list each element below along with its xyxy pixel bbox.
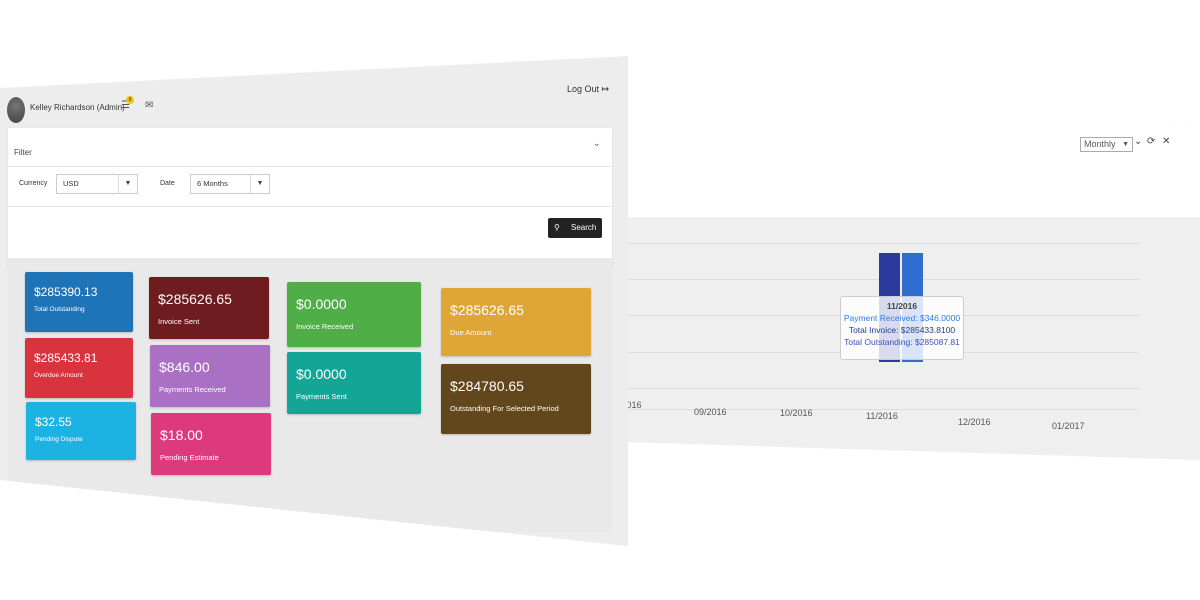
gridline	[560, 243, 1138, 244]
logout-label: Log Out	[567, 84, 600, 94]
filter-header[interactable]: Filter ⌄	[8, 136, 612, 167]
card-amount: $285390.13	[34, 285, 98, 299]
x-tick-label: 12/2016	[958, 417, 991, 427]
date-label: Date	[160, 180, 175, 187]
card-amount: $18.00	[160, 427, 203, 443]
card-amount: $285433.81	[34, 351, 98, 365]
card-label: Pending Dispute	[35, 436, 83, 443]
filter-title: Filter	[14, 148, 32, 157]
card-pending-dispute[interactable]: $32.55 Pending Dispute	[26, 402, 136, 460]
tooltip-payment-received: Payment Received: $346.0000	[843, 313, 961, 323]
tooltip-title: 11/2016	[886, 301, 918, 311]
card-label: Outstanding For Selected Period	[450, 404, 559, 413]
tooltip-total-invoice: Total Invoice: $285433.8100	[848, 325, 956, 335]
currency-label: Currency	[19, 180, 48, 187]
chart-tooltip: 11/2016 Payment Received: $346.0000 Tota…	[840, 296, 964, 360]
card-amount: $0.0000	[296, 366, 347, 382]
card-amount: $285626.65	[450, 302, 524, 318]
gridline	[560, 388, 1138, 389]
card-overdue-amount[interactable]: $285433.81 Overdue Amount	[25, 338, 133, 398]
search-icon: ⚲	[554, 223, 560, 232]
card-label: Payments Sent	[296, 392, 347, 401]
card-amount: $32.55	[35, 415, 72, 429]
card-label: Due Amount	[450, 328, 492, 337]
date-value: 6 Months	[197, 179, 228, 188]
card-payments-received[interactable]: $846.00 Payments Received	[150, 345, 270, 407]
x-tick-label: 10/2016	[780, 408, 813, 418]
refresh-icon[interactable]: ⟳	[1147, 136, 1155, 147]
x-tick-label: 11/2016	[866, 411, 898, 421]
notification-badge: 8	[126, 96, 134, 104]
chevron-down-icon: ▼	[118, 175, 137, 193]
card-label: Total Outstanding	[34, 306, 85, 313]
chevron-down-icon: ▼	[1122, 141, 1129, 148]
collapse-icon[interactable]: ⌄	[1134, 136, 1142, 147]
date-select[interactable]: 6 Months ▼	[190, 174, 270, 194]
card-outstanding-selected-period[interactable]: $284780.65 Outstanding For Selected Peri…	[441, 364, 591, 434]
card-label: Invoice Received	[296, 322, 354, 331]
logout-icon: ↦	[601, 84, 610, 94]
search-button[interactable]: ⚲ Search	[548, 218, 602, 238]
card-amount: $284780.65	[450, 378, 524, 394]
card-amount: $846.00	[159, 359, 210, 375]
card-amount: $285626.65	[158, 291, 232, 307]
currency-select[interactable]: USD ▼	[56, 174, 138, 194]
gridline	[560, 279, 1140, 280]
gridline	[560, 409, 1138, 410]
chevron-down-icon: ▼	[250, 175, 269, 193]
x-tick-label: 09/2016	[694, 407, 727, 417]
card-payments-sent[interactable]: $0.0000 Payments Sent	[287, 352, 421, 414]
search-label: Search	[571, 223, 597, 232]
card-label: Overdue Amount	[34, 372, 83, 379]
dashboard-panel: Kelley Richardson (Admin) ☰ 8 ✉ Log Out …	[0, 56, 628, 546]
close-icon[interactable]: ✕	[1162, 136, 1170, 147]
x-tick-label: 01/2017	[1052, 421, 1085, 431]
card-invoice-sent[interactable]: $285626.65 Invoice Sent	[149, 277, 269, 339]
avatar[interactable]	[7, 97, 25, 123]
card-due-amount[interactable]: $285626.65 Due Amount	[441, 288, 591, 356]
card-pending-estimate[interactable]: $18.00 Pending Estimate	[151, 413, 271, 475]
card-total-outstanding[interactable]: $285390.13 Total Outstanding	[25, 272, 133, 332]
logout-button[interactable]: Log Out ↦	[567, 84, 609, 95]
period-select-value: Monthly	[1084, 139, 1116, 149]
filter-card: Filter ⌄ Currency USD ▼ Date 6 Months ▼ …	[8, 128, 612, 268]
user-name[interactable]: Kelley Richardson (Admin)	[30, 103, 125, 112]
chart-panel: Monthly ▼ ⌄ ⟳ ✕ 11/2016 Payment Received…	[560, 122, 1200, 460]
card-label: Payments Received	[159, 385, 226, 394]
card-amount: $0.0000	[296, 296, 347, 312]
card-label: Pending Estimate	[160, 453, 219, 462]
card-invoice-received[interactable]: $0.0000 Invoice Received	[287, 282, 421, 347]
summary-cards: $285390.13 Total Outstanding $285626.65 …	[8, 258, 612, 532]
currency-value: USD	[63, 179, 79, 188]
period-select[interactable]: Monthly ▼	[1080, 137, 1133, 152]
tooltip-total-outstanding: Total Outstanding: $285087.81	[844, 337, 960, 347]
mail-icon[interactable]: ✉	[145, 100, 153, 111]
card-label: Invoice Sent	[158, 317, 200, 326]
filter-divider	[8, 206, 612, 207]
chevron-down-icon[interactable]: ⌄	[593, 138, 601, 149]
